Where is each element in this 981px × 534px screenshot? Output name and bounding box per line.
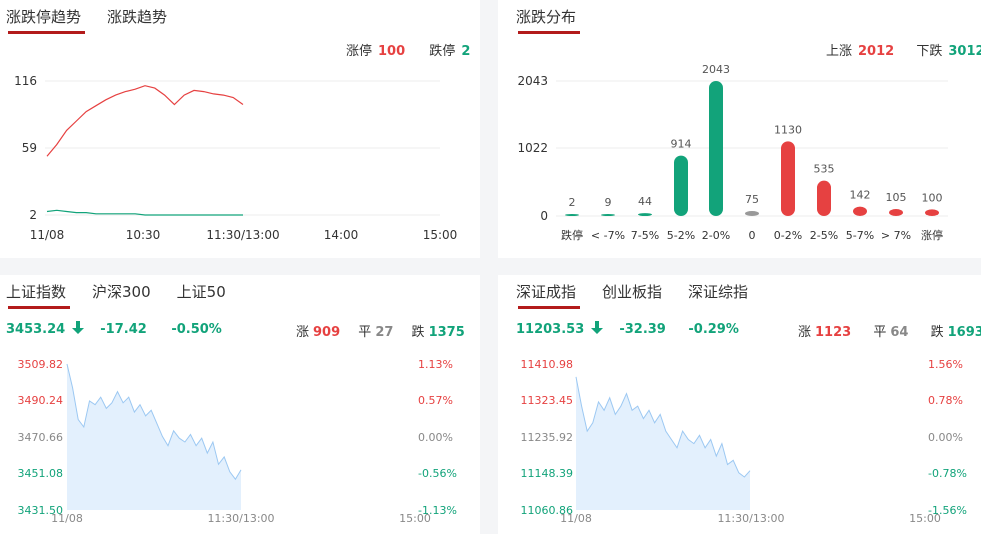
bar-value-label: 100 [922, 191, 943, 204]
y-right-label: 0.00% [928, 431, 963, 444]
distribution-bar [925, 209, 939, 216]
bar-value-label: 9 [605, 196, 612, 209]
y-left-label: 3470.66 [18, 431, 64, 444]
bar-value-label: 535 [814, 163, 835, 176]
category-label: 0-2% [774, 229, 802, 242]
limit-down-series-line [46, 209, 243, 216]
distribution-bar [889, 209, 903, 216]
category-label: < -7% [591, 229, 625, 242]
limit-trend-chart: 116 59 2 11/08 10:30 11:30/13:00 14:00 1… [14, 74, 458, 242]
limit-trend-panel: 涨跌停趋势 涨跌趋势 涨停 100 跌停 2 116 59 2 11/08 10:3… [0, 0, 480, 258]
y-tick-label: 116 [14, 74, 37, 88]
bar-value-label: 142 [850, 189, 871, 202]
distribution-chart: 2043 1022 0 2 跌停 9 < -7% 44 7-5% 914 5-2% 2043 2-… [517, 63, 948, 242]
y-tick-label: 2 [29, 208, 37, 222]
y-left-label: 3451.08 [18, 467, 64, 480]
x-tick-label: 10:30 [126, 228, 161, 242]
distribution-bar [817, 180, 831, 216]
category-label: 跌停 [561, 228, 583, 242]
y-right-label: 0.78% [928, 394, 963, 407]
index-area-fill [67, 364, 241, 510]
sz-intraday-chart: 11410.98 11323.45 11235.92 11148.39 1106… [521, 358, 967, 525]
category-label: 涨停 [921, 228, 943, 242]
category-label: 0 [749, 229, 756, 242]
y-right-label: 1.13% [418, 358, 453, 371]
bar-value-label: 105 [886, 191, 907, 204]
x-tick-label: 14:00 [324, 228, 359, 242]
x-tick-label: 11/08 [30, 228, 65, 242]
category-label: 5-2% [667, 229, 695, 242]
distribution-bar [638, 213, 652, 216]
y-right-label: 0.00% [418, 431, 453, 444]
category-label: 5-7% [846, 229, 874, 242]
y-left-label: 11148.39 [521, 467, 574, 480]
distribution-bar [674, 155, 688, 216]
category-label: > 7% [881, 229, 911, 242]
bar-value-label: 1130 [774, 123, 802, 136]
x-tick-label: 15:00 [399, 512, 431, 525]
bar-value-label: 914 [671, 138, 692, 151]
x-tick-label: 11:30/13:00 [206, 228, 279, 242]
index-area-fill [576, 376, 750, 510]
distribution-bar [853, 206, 867, 216]
y-right-label: -0.78% [928, 467, 967, 480]
y-tick-label: 0 [540, 209, 548, 223]
bar-value-label: 75 [745, 193, 759, 206]
sh-intraday-chart: 3509.82 3490.24 3470.66 3451.08 3431.50 … [18, 358, 457, 525]
category-label: 7-5% [631, 229, 659, 242]
y-left-label: 3509.82 [18, 358, 64, 371]
distribution-bar [565, 214, 579, 216]
y-left-label: 3490.24 [18, 394, 64, 407]
y-tick-label: 59 [22, 141, 37, 155]
x-tick-label: 11/08 [560, 512, 592, 525]
y-tick-label: 1022 [517, 141, 548, 155]
distribution-bar [601, 214, 615, 216]
category-label: 2-0% [702, 229, 730, 242]
bar-value-label: 2 [569, 196, 576, 209]
y-left-label: 11235.92 [521, 431, 574, 444]
distribution-bar [745, 211, 759, 216]
distribution-panel: 涨跌分布 上涨 2012 下跌 3012 2043 1022 0 2 跌停 9 < -7%… [498, 0, 981, 258]
y-right-label: 1.56% [928, 358, 963, 371]
x-tick-label: 11:30/13:00 [717, 512, 784, 525]
bar-value-label: 2043 [702, 63, 730, 76]
y-left-label: 11410.98 [521, 358, 574, 371]
x-tick-label: 11/08 [51, 512, 83, 525]
sz-index-panel: 深证成指 创业板指 深证综指 11203.53 -32.39 -0.29% 涨1… [498, 275, 981, 534]
x-tick-label: 15:00 [423, 228, 458, 242]
x-tick-label: 11:30/13:00 [207, 512, 274, 525]
distribution-bar [709, 81, 723, 216]
y-right-label: 0.57% [418, 394, 453, 407]
limit-up-series-line [46, 85, 244, 157]
x-tick-label: 15:00 [909, 512, 941, 525]
y-left-label: 11323.45 [521, 394, 574, 407]
distribution-bar [781, 141, 795, 216]
y-tick-label: 2043 [517, 74, 548, 88]
sh-index-panel: 上证指数 沪深300 上证50 3453.24 -17.42 -0.50% 涨9… [0, 275, 480, 534]
bar-value-label: 44 [638, 195, 652, 208]
category-label: 2-5% [810, 229, 838, 242]
y-right-label: -0.56% [418, 467, 457, 480]
